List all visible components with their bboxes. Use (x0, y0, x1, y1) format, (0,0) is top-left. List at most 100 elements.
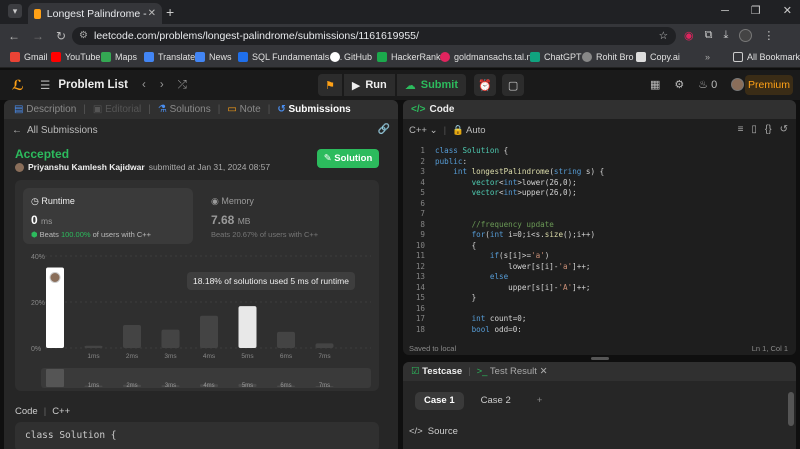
case-1-tab[interactable]: Case 1 (415, 392, 464, 410)
leetcode-logo-icon[interactable]: ℒ (12, 77, 26, 93)
bookmark-maps[interactable]: Maps (101, 52, 137, 62)
extensions-puzzle-icon[interactable]: ⧉ (705, 29, 713, 42)
bookmark-icon[interactable]: ▯ (751, 124, 757, 135)
line-number: 11 (415, 251, 425, 260)
memory-label: ◉ Memory (211, 196, 254, 206)
all-submissions-link[interactable]: ← All Submissions (12, 125, 98, 136)
layout-icon[interactable]: ▦ (650, 78, 660, 91)
tab-test-result[interactable]: >_ Test Result ✕ (477, 366, 548, 377)
bar-7ms (315, 343, 334, 348)
new-tab-button[interactable]: + (166, 4, 174, 20)
close-icon[interactable]: ✕ (540, 366, 548, 377)
profile-avatar[interactable] (739, 29, 753, 42)
list-icon[interactable]: ☰ (40, 78, 50, 92)
line-number: 6 (420, 198, 425, 208)
minimap-tick-label: 2ms (126, 383, 137, 389)
bookmark-github[interactable]: GitHub (330, 52, 372, 62)
minimize-button[interactable]: ─ (721, 5, 729, 17)
checkbox-icon: ☑ (411, 366, 420, 377)
notes-button[interactable]: ▢ (502, 74, 525, 96)
next-problem-icon[interactable]: › (160, 79, 164, 91)
tab-editorial[interactable]: ▣ Editorial (93, 104, 141, 115)
bookmark-gmail[interactable]: Gmail (10, 52, 48, 62)
tab-note[interactable]: ▭ Note (227, 104, 260, 115)
tab-close-icon[interactable]: ✕ (148, 8, 156, 19)
timer-button[interactable]: ⏰ (474, 74, 497, 96)
tab-submissions[interactable]: ↺ Submissions (277, 104, 350, 115)
bookmark-sql-fundamentals[interactable]: SQL Fundamentals -... (238, 52, 342, 62)
add-case-icon[interactable]: + (528, 392, 552, 410)
youtube-icon (51, 52, 61, 62)
news-icon (195, 52, 205, 62)
back-icon[interactable]: ← (8, 29, 20, 43)
folder-icon (733, 52, 743, 62)
site-info-icon[interactable]: ⚙ (79, 27, 88, 45)
bookmark-rohit-bro[interactable]: Rohit Bro (582, 52, 634, 62)
scrollbar[interactable] (788, 392, 794, 426)
code-line: } (435, 293, 477, 302)
bookmark-hackerrank[interactable]: HackerRank (377, 52, 441, 62)
bookmark-star-icon[interactable]: ☆ (659, 27, 668, 45)
cursor-position: Ln 1, Col 1 (751, 344, 788, 353)
bookmark-youtube[interactable]: YouTube (51, 52, 100, 62)
code-line: else (489, 272, 509, 281)
x-tick-label: 3ms (164, 353, 177, 360)
bookmark-chatgpt[interactable]: ChatGPT (530, 52, 582, 62)
url-input[interactable]: ⚙ leetcode.com/problems/longest-palindro… (72, 27, 676, 45)
all-bookmarks[interactable]: All Bookmarks (733, 52, 800, 62)
braces-icon[interactable]: {} (765, 124, 772, 135)
browser-tab-active[interactable]: Longest Palindrome - LeetCode ✕ (28, 3, 162, 24)
submitted-code-preview[interactable]: class Solution { (15, 422, 379, 449)
premium-button[interactable]: Premium (745, 75, 793, 95)
runtime-card[interactable]: ◷ Runtime 0 ms ⬢ Beats 100.00% of users … (23, 188, 193, 244)
tab-solutions[interactable]: ⚗ Solutions (158, 104, 211, 115)
solution-button[interactable]: ✎ Solution (317, 149, 379, 168)
bookmarks-overflow-icon[interactable]: » (705, 52, 710, 62)
panel-resize-handle[interactable] (403, 357, 796, 360)
bar-3ms (161, 329, 180, 348)
tab-testcase[interactable]: ☑ Testcase (411, 366, 462, 377)
bookmark-translate[interactable]: Translate (144, 52, 195, 62)
run-button[interactable]: ▶ Run (343, 74, 395, 96)
submitter-name[interactable]: Priyanshu Kamlesh Kajidwar (28, 162, 145, 172)
user-avatar[interactable] (731, 78, 745, 91)
bookmark-goldmansachs[interactable]: goldmansachs.tal.net (440, 52, 539, 62)
prev-problem-icon[interactable]: ‹ (142, 79, 146, 91)
code-line: { (435, 240, 477, 250)
status-accepted: Accepted (15, 147, 70, 161)
streak-counter[interactable]: ♨ 0 (698, 78, 717, 92)
minimap-tick-label: 7ms (319, 383, 330, 389)
submit-button[interactable]: ☁ Submit (396, 74, 467, 96)
restore-button[interactable]: ❐ (751, 4, 761, 17)
autocomplete-toggle[interactable]: 🔒 Auto (452, 125, 486, 136)
language-select[interactable]: C++ ⌄ (409, 125, 438, 136)
terminal-icon: >_ (476, 366, 488, 377)
code-editor[interactable]: 1 class Solution {2 public: 3 int longestPa… (403, 142, 796, 332)
problem-list-link[interactable]: Problem List (58, 79, 128, 91)
tab-description[interactable]: ▤ Description (14, 104, 76, 115)
tab-search-button[interactable]: ▾ (8, 4, 22, 18)
bookmark-copy-ai[interactable]: Copy.ai (636, 52, 680, 62)
line-number: 14 (415, 282, 425, 292)
bookmark-news[interactable]: News (195, 52, 232, 62)
source-toggle[interactable]: </> Source (409, 426, 458, 437)
reload-icon[interactable]: ↻ (56, 29, 66, 43)
testcase-panel: ☑ Testcase | >_ Test Result ✕ Case 1 Cas… (403, 362, 796, 449)
notes-icon[interactable]: ≡ (738, 124, 744, 135)
line-number: 3 (420, 167, 425, 176)
settings-gear-icon[interactable]: ⚙ (674, 78, 684, 91)
memory-card[interactable]: ◉ Memory 7.68 MB Beats 20.67% of users w… (203, 188, 373, 244)
close-window-button[interactable]: ✕ (783, 4, 792, 17)
shuffle-icon[interactable]: ⤮ (178, 79, 187, 92)
submission-time: submitted at Jan 31, 2024 08:57 (148, 162, 271, 172)
forward-icon[interactable]: → (32, 29, 44, 43)
record-extension-icon[interactable]: ◉ (684, 29, 694, 42)
download-icon[interactable]: ⤓ (723, 29, 728, 42)
reset-icon[interactable]: ↺ (780, 124, 788, 135)
case-2-tab[interactable]: Case 2 (472, 392, 520, 410)
browser-menu-icon[interactable]: ⋮ (763, 29, 774, 42)
debug-button[interactable]: ⚑ (318, 74, 342, 96)
note-icon: ▭ (227, 104, 237, 115)
tab-divider: | (148, 104, 151, 115)
share-link-icon[interactable]: 🔗 (378, 124, 390, 135)
